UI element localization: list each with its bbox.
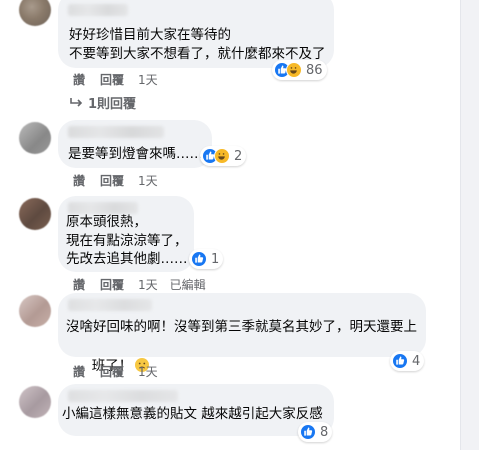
comment-text-line: 是要等到燈會來嗎…… (68, 146, 203, 162)
reaction-summary[interactable]: 8 (298, 422, 333, 442)
like-button[interactable]: 讚 (73, 363, 85, 380)
reply-button[interactable]: 回覆 (100, 276, 124, 293)
comment-bubble: 小編這樣無意義的貼文 越來越引起大家反感 (58, 384, 334, 436)
timestamp[interactable]: 1天 (138, 363, 158, 380)
comment-actions: 讚 回覆 1天 (73, 172, 170, 189)
comment-text-line: 好好珍惜目前大家在等待的 (69, 27, 231, 43)
author-name-blurred[interactable] (68, 390, 178, 402)
haha-icon (214, 148, 230, 164)
reaction-summary[interactable]: 2 (200, 146, 247, 166)
author-name-blurred[interactable] (68, 4, 128, 16)
view-replies-link[interactable]: 1則回覆 (69, 93, 136, 112)
comment-bubble: 是要等到燈會來嗎…… (58, 120, 212, 168)
comment-text-line: 現在有點涼涼等了， (66, 233, 188, 249)
comment-actions: 讚 回覆 1天 已編輯 (73, 276, 206, 293)
like-button[interactable]: 讚 (73, 172, 85, 189)
reply-button[interactable]: 回覆 (100, 172, 124, 189)
comment-text-line: 沒啥好回味的啊！沒等到第三季就莫名其妙了，明天還要上 (66, 319, 417, 335)
edited-label: 已編輯 (169, 278, 206, 292)
reply-button[interactable]: 回覆 (100, 363, 124, 380)
comment-actions: 讚 回覆 1天 (73, 71, 170, 88)
scrollbar[interactable] (460, 0, 479, 450)
like-icon (300, 424, 316, 440)
haha-icon (286, 62, 302, 78)
avatar[interactable] (19, 295, 51, 327)
reaction-summary[interactable]: 4 (390, 351, 425, 371)
comment-bubble: 沒啥好回味的啊！沒等到第三季就莫名其妙了，明天還要上 班了！ (58, 293, 426, 374)
reaction-count: 2 (234, 148, 243, 164)
comment-bubble: 原本頭很熱， 現在有點涼涼等了， 先改去追其他劇…… (58, 196, 194, 272)
comment-bubble: 好好珍惜目前大家在等待的 不要等到大家不想看了，就什麼都來不及了 (58, 0, 334, 68)
author-name-blurred[interactable] (68, 126, 164, 138)
avatar[interactable] (19, 198, 51, 230)
reaction-count: 8 (320, 424, 329, 440)
comment-text-line: 原本頭很熱， (66, 214, 147, 230)
timestamp[interactable]: 1天 (138, 172, 158, 189)
timestamp[interactable]: 1天 (138, 276, 158, 293)
reaction-count: 86 (306, 62, 323, 78)
reaction-summary[interactable]: 86 (272, 60, 327, 80)
reaction-count: 4 (412, 353, 421, 369)
avatar[interactable] (19, 0, 51, 26)
like-button[interactable]: 讚 (73, 71, 85, 88)
avatar[interactable] (19, 122, 51, 154)
comment-text-line: 小編這樣無意義的貼文 越來越引起大家反感 (62, 406, 323, 422)
replies-count-label: 1則回覆 (88, 97, 137, 112)
reply-button[interactable]: 回覆 (100, 71, 124, 88)
author-name-blurred[interactable] (68, 299, 152, 311)
comment-actions: 讚 回覆 1天 (73, 363, 170, 380)
reply-arrow-icon (70, 97, 83, 107)
like-button[interactable]: 讚 (73, 276, 85, 293)
reaction-count: 1 (211, 251, 220, 267)
like-icon (191, 251, 207, 267)
like-icon (392, 353, 408, 369)
comment-text-line: 先改去追其他劇…… (66, 251, 188, 267)
timestamp[interactable]: 1天 (138, 71, 158, 88)
avatar[interactable] (19, 386, 51, 418)
reaction-summary[interactable]: 1 (189, 249, 224, 269)
